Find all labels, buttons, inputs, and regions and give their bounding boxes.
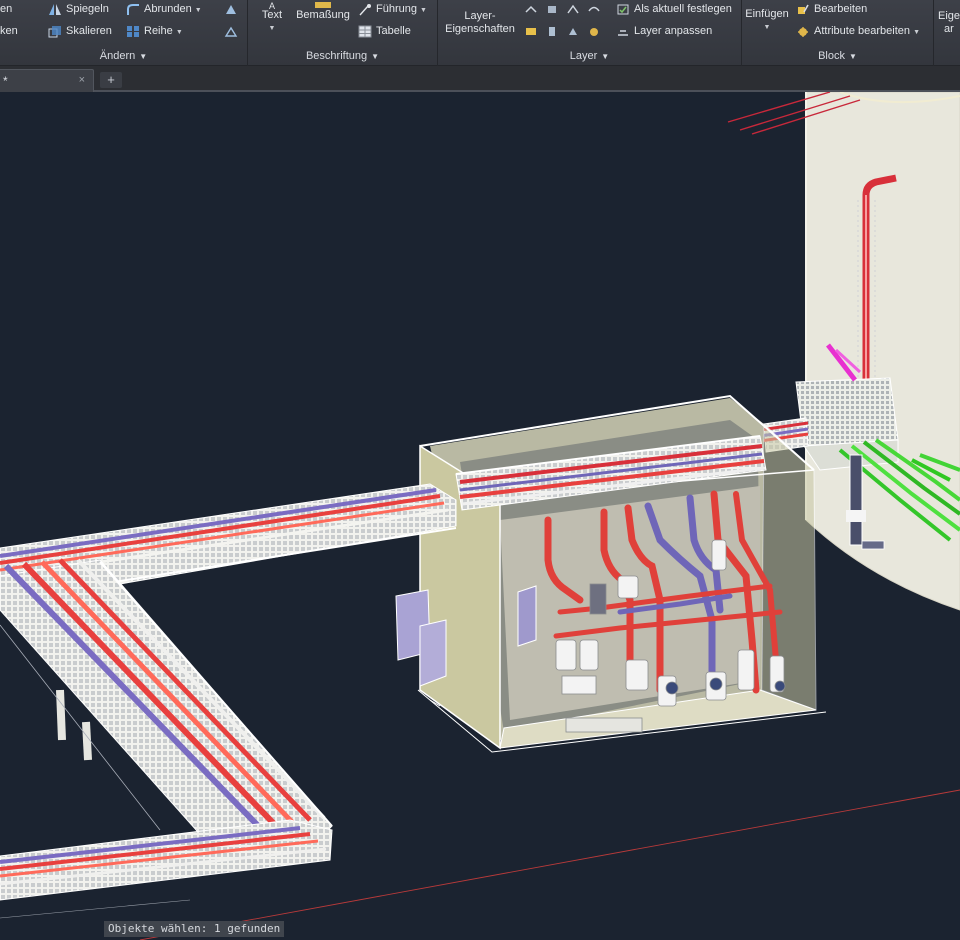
storage-tank[interactable] (805, 92, 960, 611)
als-aktuell-festlegen-button[interactable]: Als aktuell festlegen (616, 2, 732, 16)
layer-match-icon[interactable] (524, 25, 538, 38)
panel-layer: Layer- Eigenschaften Als aktuell festleg… (438, 0, 742, 66)
document-tab-bar: * × + (0, 66, 960, 92)
model-space-scene[interactable] (0, 92, 960, 940)
panel-eigenschaften-partial: Eige ar (934, 0, 960, 66)
layer-lock-icon[interactable] (587, 3, 601, 16)
cut-off-tool-top[interactable]: en (0, 2, 12, 16)
eigenschaften-button[interactable]: Eige ar (938, 10, 960, 36)
tabelle-button[interactable]: Tabelle (358, 24, 411, 38)
abrunden-button[interactable]: Abrunden ▼ (126, 2, 202, 18)
skalieren-button[interactable]: Skalieren (48, 24, 112, 38)
layer-on-icon[interactable] (587, 25, 601, 38)
document-tab-label: * (3, 74, 8, 88)
bearbeiten-button[interactable]: Bearbeiten (796, 2, 867, 16)
reihe-button[interactable]: Reihe ▼ (126, 24, 183, 40)
fillet-icon (126, 3, 140, 16)
bemassung-button[interactable]: Bemaßung (292, 0, 354, 22)
panel-title-aendern[interactable]: Ändern ▼ (0, 50, 247, 62)
offset-tool-icon[interactable] (224, 24, 242, 38)
panel-block: Einfügen ▼ Bearbeiten Attribute bearbeit… (742, 0, 934, 66)
layer-freeze-icon[interactable] (566, 3, 580, 16)
panel-beschriftung: A Text ▼ Bemaßung Führung ▼ Tabelle Besc… (248, 0, 438, 66)
autocad-window: en ken Spiegeln Skalieren Abrunden ▼ Rei… (0, 0, 960, 940)
leader-icon (358, 3, 372, 16)
match-layer-icon (616, 25, 630, 38)
panel-title-layer[interactable]: Layer ▼ (438, 50, 741, 62)
panel-title-beschriftung[interactable]: Beschriftung ▼ (248, 50, 437, 62)
layer-walk-icon[interactable] (545, 25, 559, 38)
layer-isolate-icon[interactable] (524, 3, 538, 16)
layer-anpassen-button[interactable]: Layer anpassen (616, 24, 712, 38)
text-icon: A (268, 1, 275, 11)
fuehrung-dropdown-icon[interactable]: ▼ (420, 7, 427, 14)
set-current-icon (616, 3, 630, 16)
attribute-edit-icon (796, 25, 810, 38)
fuehrung-button[interactable]: Führung ▼ (358, 2, 427, 18)
text-button[interactable]: A Text ▼ (256, 0, 288, 35)
explode-tool-icon[interactable] (224, 2, 242, 16)
layer-prev-icon[interactable] (566, 25, 580, 38)
array-icon (126, 25, 140, 38)
new-tab-button[interactable]: + (100, 72, 122, 88)
mirror-icon (48, 3, 62, 16)
ribbon: en ken Spiegeln Skalieren Abrunden ▼ Rei… (0, 0, 960, 66)
close-tab-icon[interactable]: × (79, 74, 85, 86)
panel-aendern: en ken Spiegeln Skalieren Abrunden ▼ Rei… (0, 0, 248, 66)
dimension-icon (292, 0, 354, 9)
document-tab[interactable]: * × (0, 69, 94, 92)
reihe-dropdown-icon[interactable]: ▼ (176, 29, 183, 36)
abrunden-dropdown-icon[interactable]: ▼ (195, 7, 202, 14)
layer-off-icon[interactable] (545, 3, 559, 16)
table-icon (358, 25, 372, 38)
layer-eigenschaften-button[interactable]: Layer- Eigenschaften (440, 10, 520, 36)
spiegeln-button[interactable]: Spiegeln (48, 2, 109, 16)
einfuegen-button[interactable]: Einfügen ▼ (742, 8, 792, 34)
block-edit-icon (796, 3, 810, 16)
layer-tool-row2 (524, 24, 605, 38)
pipe-rack-bottom[interactable] (0, 819, 333, 901)
attribute-dropdown-icon[interactable]: ▼ (913, 29, 920, 36)
drawing-viewport[interactable] (0, 92, 960, 940)
cut-off-tool-bottom[interactable]: ken (0, 24, 18, 38)
scale-icon (48, 25, 62, 38)
panel-title-block[interactable]: Block ▼ (742, 50, 933, 62)
command-line-prompt[interactable]: Objekte wählen: 1 gefunden (104, 921, 285, 937)
attribute-bearbeiten-button[interactable]: Attribute bearbeiten ▼ (796, 24, 920, 40)
layer-tool-row1 (524, 2, 605, 16)
